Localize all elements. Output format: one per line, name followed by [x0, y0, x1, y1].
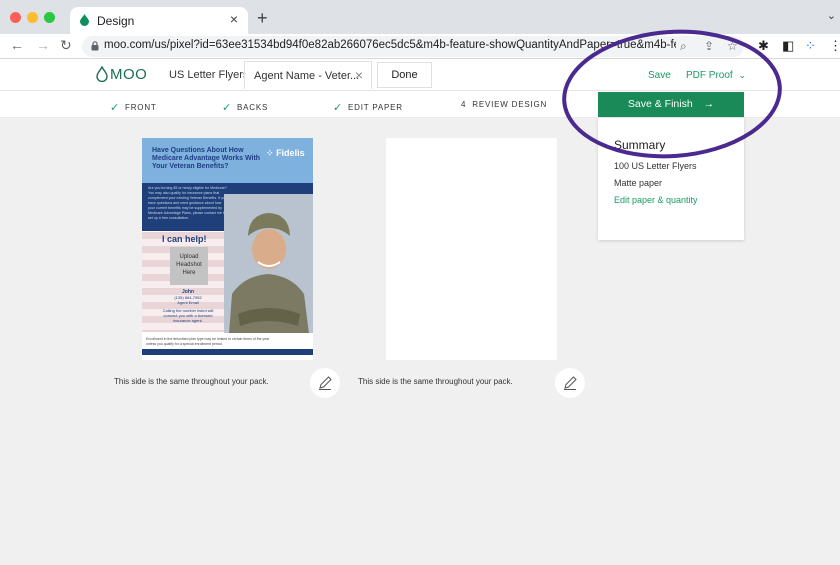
flyer-footer-text: Enrollment in the described plan type ma…: [146, 337, 270, 346]
edit-front-button[interactable]: [310, 368, 340, 398]
close-icon[interactable]: ×: [355, 67, 363, 83]
tab-title: Design: [97, 14, 135, 28]
annotation-circle: [562, 29, 782, 159]
product-name: US Letter Flyers: [169, 69, 249, 81]
front-note: This side is the same throughout your pa…: [114, 377, 269, 386]
check-icon: ✓: [110, 102, 121, 114]
sidebar-icon[interactable]: ◧: [782, 38, 794, 54]
close-window-button[interactable]: [10, 12, 21, 23]
design-name-label: Agent Name - Veter...: [254, 70, 360, 82]
summary-quantity: 100 US Letter Flyers: [614, 161, 697, 171]
step-number: 4: [461, 100, 467, 109]
back-preview[interactable]: [386, 138, 557, 360]
logo-text[interactable]: MOO: [110, 66, 147, 83]
step-edit-paper[interactable]: ✓ EDIT PAPER: [333, 100, 403, 114]
back-note: This side is the same throughout your pa…: [358, 377, 513, 386]
agent-info: John (135) 864-7952 Agent Email Calling …: [158, 290, 218, 324]
edit-paper-quantity-link[interactable]: Edit paper & quantity: [614, 195, 698, 205]
pencil-icon: [564, 376, 577, 390]
moo-logo-icon: [96, 66, 108, 82]
check-icon: ✓: [222, 102, 233, 114]
maximize-window-button[interactable]: [44, 12, 55, 23]
agent-title: Agent Email: [177, 300, 199, 305]
step-backs[interactable]: ✓ BACKS: [222, 100, 269, 114]
extension-dots-icon[interactable]: ⁘: [805, 38, 816, 54]
fidelis-brand: Fidelis: [276, 148, 305, 158]
step-label: REVIEW DESIGN: [472, 100, 548, 109]
menu-icon[interactable]: ⋮: [829, 38, 840, 54]
check-icon: ✓: [333, 102, 344, 114]
flyer-headline: Have Questions About How Medicare Advant…: [152, 147, 261, 170]
tab-list-chevron-icon[interactable]: ⌄: [827, 9, 836, 22]
fidelis-mark-icon: ⁘: [266, 148, 274, 158]
lock-icon: [91, 41, 99, 51]
step-review-design[interactable]: 4 REVIEW DESIGN: [461, 100, 547, 109]
step-label: FRONT: [125, 103, 157, 112]
front-preview[interactable]: Have Questions About How Medicare Advant…: [142, 138, 313, 360]
browser-tab[interactable]: Design ×: [70, 7, 248, 34]
flyer-footer: Enrollment in the described plan type ma…: [142, 333, 313, 360]
edit-back-button[interactable]: [555, 368, 585, 398]
soldier-photo: [224, 194, 313, 334]
moo-favicon-icon: [80, 14, 89, 26]
design-name-tab[interactable]: Agent Name - Veter... ×: [244, 61, 372, 89]
flyer-body: Are you turning 65 or newly eligible for…: [148, 186, 227, 220]
flyer-footer-bar: [142, 349, 313, 355]
back-arrow-icon[interactable]: ←: [10, 37, 24, 53]
step-front[interactable]: ✓ FRONT: [110, 100, 157, 114]
forward-arrow-icon[interactable]: →: [36, 37, 50, 53]
summary-paper: Matte paper: [614, 178, 663, 188]
new-tab-icon[interactable]: +: [257, 8, 268, 29]
done-button[interactable]: Done: [377, 62, 432, 88]
fidelis-logo: ⁘ Fidelis: [266, 148, 305, 159]
agent-note: Calling the number listed will connect y…: [162, 308, 214, 323]
pencil-icon: [319, 376, 332, 390]
minimize-window-button[interactable]: [27, 12, 38, 23]
step-label: BACKS: [237, 103, 269, 112]
tab-close-icon[interactable]: ×: [230, 11, 238, 27]
step-label: EDIT PAPER: [348, 103, 403, 112]
headshot-placeholder: Upload Headshot Here: [170, 247, 208, 285]
reload-icon[interactable]: ↻: [60, 37, 72, 54]
help-text: I can help!: [162, 234, 207, 244]
